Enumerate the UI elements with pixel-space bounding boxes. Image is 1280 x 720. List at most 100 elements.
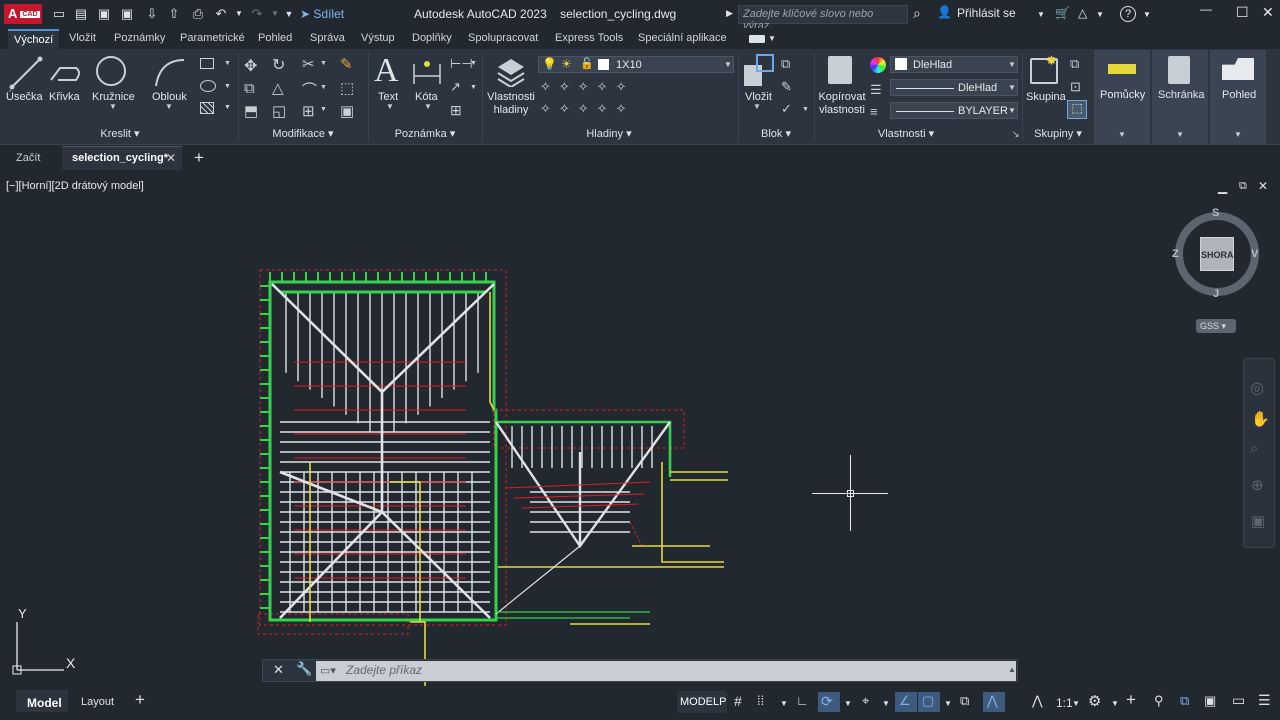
tab-view[interactable]: Pohled <box>258 32 292 44</box>
utilities-dropdown-icon[interactable]: ▼ <box>1118 130 1126 139</box>
leader-dropdown-icon[interactable]: ▼ <box>470 84 477 91</box>
cart-icon[interactable]: 🛒 <box>1055 6 1070 20</box>
workspace-dropdown-icon[interactable]: ▼ <box>1111 699 1119 708</box>
block-attribute-icon[interactable]: ✓ <box>781 101 792 117</box>
recent-commands-icon[interactable]: ▭▾ <box>320 664 336 677</box>
tab-featured-apps[interactable]: Speciální aplikace <box>638 32 727 44</box>
tab-annotate[interactable]: Poznámky <box>114 32 165 44</box>
rotate-icon[interactable]: ↻ <box>272 55 285 75</box>
rectangle-icon[interactable] <box>200 58 214 69</box>
search-input[interactable]: Zadejte klíčové slovo nebo výraz. <box>738 5 908 32</box>
scale-dropdown-icon[interactable]: ▼ <box>1072 699 1080 708</box>
open-folder-icon[interactable]: ▤ <box>72 5 90 23</box>
trim-icon[interactable]: ✂ <box>302 55 315 73</box>
block-panel-title[interactable]: Blok ▾ <box>740 127 812 144</box>
tab-collaborate[interactable]: Spolupracovat <box>468 32 538 44</box>
ellipse-icon[interactable] <box>200 80 216 92</box>
snap-dropdown-icon[interactable]: ▼ <box>780 699 788 708</box>
viewport-restore-icon[interactable]: ⧉ <box>1239 180 1247 193</box>
lineweight-display-icon[interactable]: ⧉ <box>960 693 969 709</box>
print-icon[interactable]: ⎙ <box>189 5 207 23</box>
new-file-icon[interactable]: ▭ <box>50 5 68 23</box>
close-command-line-icon[interactable]: ✕ <box>273 662 284 678</box>
sign-in-dropdown-icon[interactable]: ▼ <box>1037 10 1045 19</box>
new-layout-icon[interactable]: + <box>135 690 145 710</box>
save-icon[interactable]: ▣ <box>95 5 113 23</box>
minimize-icon[interactable]: — <box>1200 2 1212 16</box>
compass-south[interactable]: J <box>1213 288 1219 300</box>
groups-panel-title[interactable]: Skupiny ▾ <box>1024 127 1092 144</box>
array-icon[interactable]: ⊞ <box>302 102 315 120</box>
block-attribute-dropdown-icon[interactable]: ▼ <box>802 106 809 113</box>
redo-icon[interactable]: ↷ <box>248 5 266 23</box>
tab-parametric[interactable]: Parametrické <box>180 32 245 44</box>
start-tab[interactable]: Začít <box>16 152 40 164</box>
save-web-icon[interactable]: ⇧ <box>165 5 183 23</box>
help-icon[interactable]: ? <box>1120 6 1136 22</box>
line-tool[interactable]: Úsečka <box>6 91 43 103</box>
fillet-dropdown-icon[interactable]: ▼ <box>320 84 327 91</box>
tab-manage[interactable]: Správa <box>310 32 345 44</box>
layers-panel-title[interactable]: Hladiny ▾ <box>484 127 734 144</box>
app-dropdown-icon[interactable]: ▼ <box>1096 10 1104 19</box>
orbit-icon[interactable]: ⊕ <box>1251 476 1264 494</box>
tab-home[interactable]: Výchozí <box>8 29 60 49</box>
compass-west[interactable]: Z <box>1172 248 1179 260</box>
customize-toolbar-icon[interactable]: ▼ <box>280 5 298 23</box>
ribbon-minimize-icon[interactable] <box>749 35 765 43</box>
autodesk-app-icon[interactable]: △ <box>1078 6 1087 20</box>
properties-launcher-icon[interactable]: ↘ <box>1012 129 1020 140</box>
graphics-performance-icon[interactable]: ▣ <box>1204 693 1216 709</box>
create-block-icon[interactable]: ⧉ <box>781 56 790 72</box>
match-properties-tool[interactable]: Kopírovat vlastnosti <box>818 91 866 117</box>
dimension-dropdown-icon[interactable]: ▼ <box>424 102 432 111</box>
share-button[interactable]: ➤ Sdílet <box>300 7 344 21</box>
undo-icon[interactable]: ↶ <box>212 5 230 23</box>
annotation-scale[interactable]: 1:1 <box>1056 696 1073 710</box>
polar-dropdown-icon[interactable]: ▼ <box>844 699 852 708</box>
tab-insert[interactable]: Vložit <box>69 32 96 44</box>
erase-icon[interactable]: ✎ <box>340 55 353 73</box>
layer-tools-row2-icon[interactable]: ✧✧✧✧✧ <box>540 101 634 117</box>
offset-icon[interactable]: ▣ <box>340 102 354 120</box>
move-icon[interactable]: ✥ <box>244 56 257 76</box>
color-dropdown[interactable] <box>890 56 1018 73</box>
viewcube-top-face[interactable]: SHORA <box>1200 237 1234 271</box>
clipboard-dropdown-icon[interactable]: ▼ <box>1176 130 1184 139</box>
isodraft-dropdown-icon[interactable]: ▼ <box>882 699 890 708</box>
help-dropdown-icon[interactable]: ▼ <box>1143 10 1151 19</box>
workspace-gear-icon[interactable]: ⚙ <box>1088 692 1101 710</box>
viewport-close-icon[interactable]: ✕ <box>1258 179 1268 193</box>
undo-dropdown-icon[interactable]: ▼ <box>230 5 248 23</box>
color-wheel-icon[interactable] <box>870 57 886 73</box>
zoom-extents-icon[interactable]: ⌕ <box>1250 440 1258 457</box>
viewport-minimize-icon[interactable]: ▁ <box>1218 180 1227 194</box>
ortho-icon[interactable]: ∟ <box>796 693 809 708</box>
annotation-monitor-icon[interactable]: + <box>1126 690 1136 710</box>
close-window-icon[interactable]: ✕ <box>1262 4 1274 21</box>
clean-screen-icon[interactable]: ▭ <box>1232 692 1245 709</box>
arc-dropdown-icon[interactable]: ▼ <box>165 102 173 111</box>
close-tab-icon[interactable]: ✕ <box>166 151 176 165</box>
trim-dropdown-icon[interactable]: ▼ <box>320 60 327 67</box>
mirror-icon[interactable]: △ <box>272 79 284 97</box>
group-tool[interactable]: Skupina <box>1026 91 1066 103</box>
roof-framing-drawing[interactable] <box>250 262 740 687</box>
fillet-icon[interactable]: ⌒ <box>302 79 317 100</box>
insert-dropdown-icon[interactable]: ▼ <box>753 102 761 111</box>
circle-dropdown-icon[interactable]: ▼ <box>109 102 117 111</box>
search-expand-icon[interactable]: ▶ <box>726 8 733 19</box>
hatch-dropdown-icon[interactable]: ▼ <box>224 104 231 111</box>
annotation-panel-title[interactable]: Poznámka ▾ <box>370 127 480 144</box>
customization-icon[interactable]: ☰ <box>1258 692 1271 709</box>
grid-icon[interactable]: # <box>734 693 742 709</box>
command-history-icon[interactable]: ▲ <box>1008 665 1016 674</box>
isodraft-icon[interactable]: ⌖ <box>862 693 869 709</box>
scale-icon[interactable]: ◱ <box>272 102 286 120</box>
linetype-icon[interactable]: ☰ <box>870 82 882 98</box>
modify-panel-title[interactable]: Modifikace ▾ <box>240 127 366 144</box>
copy-icon[interactable]: ⧉ <box>244 80 255 97</box>
new-tab-icon[interactable]: + <box>194 148 204 168</box>
lineweight-icon[interactable]: ≡ <box>870 104 878 119</box>
array-dropdown-icon[interactable]: ▼ <box>320 106 327 113</box>
